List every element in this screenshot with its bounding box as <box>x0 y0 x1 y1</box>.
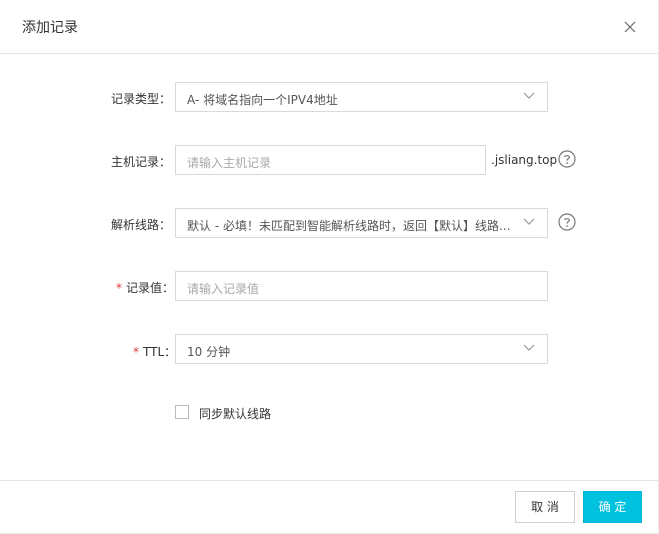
close-icon[interactable] <box>620 17 640 37</box>
record-value-placeholder: 请输入记录值 <box>187 282 260 296</box>
confirm-button[interactable]: 确 定 <box>583 491 642 523</box>
chevron-down-icon <box>523 344 535 351</box>
record-value-label: * 记录值： <box>116 279 174 296</box>
add-record-dialog: 添加记录 记录类型： A- 将域名指向一个IPV4地址 主机记录： 请输入主机记… <box>0 0 659 534</box>
help-icon[interactable] <box>558 150 576 168</box>
ttl-select[interactable]: 10 分钟 <box>175 334 548 364</box>
record-type-select[interactable]: A- 将域名指向一个IPV4地址 <box>175 82 548 112</box>
ttl-label: * TTL： <box>133 343 176 360</box>
record-type-value: A- 将域名指向一个IPV4地址 <box>187 93 338 107</box>
record-value-label-text: 记录值： <box>126 281 175 295</box>
required-mark: * <box>116 281 122 295</box>
host-record-label: 主机记录： <box>111 155 172 169</box>
resolve-line-select[interactable]: 默认 - 必填！未匹配到智能解析线路时，返回【默认】线路... <box>175 208 548 238</box>
ttl-value: 10 分钟 <box>187 345 231 359</box>
sync-default-label[interactable]: 同步默认线路 <box>199 405 271 422</box>
help-icon[interactable] <box>558 213 576 231</box>
dialog-header: 添加记录 <box>0 0 658 54</box>
domain-suffix: .jsliang.top <box>491 153 558 167</box>
cancel-button[interactable]: 取 消 <box>515 491 575 523</box>
host-record-input[interactable]: 请输入主机记录 <box>175 145 486 175</box>
resolve-line-label: 解析线路： <box>111 218 172 232</box>
dialog-title: 添加记录 <box>22 20 78 36</box>
chevron-down-icon <box>523 92 535 99</box>
host-record-placeholder: 请输入主机记录 <box>187 156 272 170</box>
ttl-label-text: TTL： <box>143 345 177 359</box>
chevron-down-icon <box>523 218 535 225</box>
required-mark: * <box>133 345 139 359</box>
record-value-input[interactable]: 请输入记录值 <box>175 271 548 301</box>
resolve-line-value: 默认 - 必填！未匹配到智能解析线路时，返回【默认】线路... <box>187 219 511 233</box>
record-type-label: 记录类型： <box>111 92 172 106</box>
sync-default-checkbox[interactable] <box>175 405 189 419</box>
